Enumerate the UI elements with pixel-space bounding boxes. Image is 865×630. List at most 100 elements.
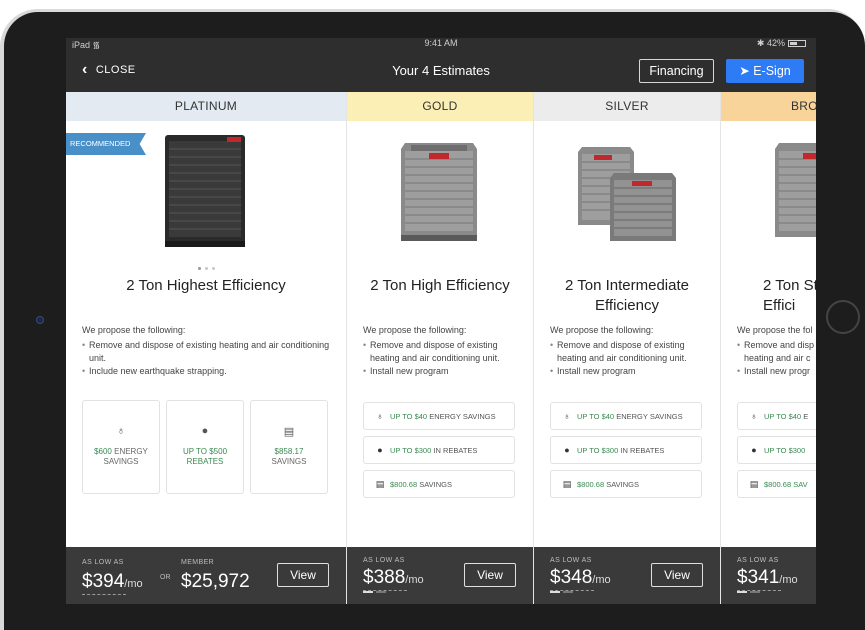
tier-header: BRO (721, 92, 816, 121)
card-body: 2 Ton St Effici We propose the fol Remov… (721, 121, 816, 547)
savings-pill: ▤ $800.68 SAVINGS (550, 470, 702, 498)
rebates-box: ● UP TO $500 REBATES (166, 400, 244, 494)
card-footer: AS LOW AS $341/mo (721, 547, 816, 604)
send-arrow-icon: ➤ (739, 64, 750, 78)
bluetooth-icon: ✱ (756, 38, 765, 48)
card-footer: AS LOW AS $348/mo View (534, 547, 720, 604)
lightbulb-icon: ♁ (376, 411, 384, 421)
view-button[interactable]: View (464, 563, 516, 587)
pager-indicator[interactable] (363, 580, 389, 598)
battery-icon (788, 40, 806, 48)
tier-header: PLATINUM (66, 92, 346, 121)
proposal-bullet: Remove and dispose of existing heating a… (363, 339, 521, 365)
savings-box: ▤ $858.17 SAVINGS (250, 400, 328, 494)
savings-label: SAVINGS (271, 457, 307, 466)
product-name: 2 Ton Highest Efficiency (126, 277, 286, 294)
home-button[interactable] (826, 300, 860, 334)
view-button[interactable]: View (651, 563, 703, 587)
dollar-coin-icon: ● (751, 445, 757, 455)
card-footer: AS LOW AS $394/mo OR MEMBER $25,972 View (66, 547, 346, 604)
savings-value: $858.17 (274, 447, 304, 456)
proposal-lead: We propose the following: (363, 325, 467, 335)
rebates-pill: ● UP TO $300 IN REBATES (363, 436, 515, 464)
proposal-bullet: Install new progr (737, 365, 816, 378)
as-low-as-label: AS LOW AS (550, 557, 592, 564)
rebates-label: REBATES (186, 457, 224, 466)
product-name: 2 Ton Intermediate Efficiency (565, 277, 689, 314)
lightbulb-icon: ♁ (750, 411, 758, 421)
energy-savings-pill: ♁ UP TO $40 E (737, 402, 816, 430)
financing-button[interactable]: Financing (639, 59, 714, 83)
ac-unit-image[interactable] (399, 139, 479, 243)
card-footer: AS LOW AS $388/mo View (347, 547, 533, 604)
tier-header: SILVER (534, 92, 720, 121)
as-low-as-label: AS LOW AS (82, 559, 124, 566)
or-label: OR (160, 574, 171, 581)
card-body: 2 Ton Intermediate Efficiency We propose… (534, 121, 720, 547)
tier-header: GOLD (347, 92, 533, 121)
dollar-coin-icon: ● (564, 445, 570, 455)
energy-savings-pill: ♁ UP TO $40 ENERGY SAVINGS (363, 402, 515, 430)
dollar-coin-icon: ● (377, 445, 383, 455)
rebates-pill: ● UP TO $300 IN REBATES (550, 436, 702, 464)
lightbulb-icon: ♁ (116, 425, 126, 437)
proposal-bullet: Include new earthquake strapping. (82, 365, 334, 378)
esign-button[interactable]: ➤ E-Sign (726, 59, 804, 83)
proposal-bullet: Remove and dispose of existing heating a… (550, 339, 708, 365)
price-underline (82, 594, 126, 595)
receipt-icon: ▤ (283, 426, 295, 438)
member-label: MEMBER (181, 559, 215, 566)
receipt-icon: ▤ (562, 479, 572, 489)
carousel-dots[interactable] (66, 257, 346, 275)
dollar-coin-icon: ● (201, 425, 209, 437)
receipt-icon: ▤ (749, 479, 759, 489)
proposal-bullet: Remove and dispose of existing heating a… (82, 339, 334, 365)
proposal-text: We propose the following: Remove and dis… (363, 324, 521, 378)
product-name: 2 Ton St Effici (763, 277, 816, 314)
proposal-bullet: Install new program (363, 365, 521, 378)
view-button[interactable]: View (277, 563, 329, 587)
as-low-as-label: AS LOW AS (737, 557, 779, 564)
proposal-text: We propose the following: Remove and dis… (550, 324, 708, 378)
as-low-as-label: AS LOW AS (363, 557, 405, 564)
savings-pill: ▤ $800.68 SAVINGS (363, 470, 515, 498)
energy-savings-suffix: ENERGY (114, 447, 148, 456)
monthly-price: $394/mo (82, 571, 143, 592)
proposal-lead: We propose the fol (737, 325, 813, 335)
estimate-card-silver: SILVER 2 Ton Intermediate Efficiency We … (534, 92, 721, 604)
ac-unit-image[interactable] (163, 131, 247, 249)
receipt-icon: ▤ (375, 479, 385, 489)
rebates-pill: ● UP TO $300 (737, 436, 816, 464)
card-body: RECOMMENDED 2 Ton Highest Efficiency We … (66, 121, 346, 547)
camera-lens (36, 316, 44, 324)
energy-savings-box: ♁ $600 ENERGY SAVINGS (82, 400, 160, 494)
proposal-lead: We propose the following: (82, 325, 186, 335)
estimate-card-gold: GOLD 2 Ton High Efficiency We propose th… (347, 92, 534, 604)
battery-indicator: ✱ 42% (757, 38, 806, 49)
proposal-text: We propose the following: Remove and dis… (82, 324, 334, 378)
estimate-card-bronze: BRO 2 Ton St Effici We propose the fol R… (721, 92, 816, 604)
ac-unit-image[interactable] (773, 139, 816, 243)
energy-savings-pill: ♁ UP TO $40 ENERGY SAVINGS (550, 402, 702, 430)
card-body: 2 Ton High Efficiency We propose the fol… (347, 121, 533, 547)
ac-unit-image[interactable] (578, 143, 678, 243)
savings-pill: ▤ $800.68 SAV (737, 470, 816, 498)
recommended-ribbon: RECOMMENDED (66, 133, 146, 155)
energy-savings-value: $600 (94, 447, 112, 456)
energy-savings-label: SAVINGS (103, 457, 139, 466)
screen: iPad ᯾ 9:41 AM ✱ 42% ‹ CLOSE Your 4 Esti… (66, 38, 816, 604)
product-name: 2 Ton High Efficiency (370, 277, 510, 294)
member-price: $25,972 (181, 571, 250, 592)
lightbulb-icon: ♁ (563, 411, 571, 421)
proposal-bullet: Remove and disp heating and air c (737, 339, 816, 365)
rebates-value: UP TO $500 (182, 447, 228, 456)
esign-label: E-Sign (753, 64, 791, 78)
estimate-card-platinum: PLATINUM RECOMMENDED 2 Ton Highest Effic… (66, 92, 347, 604)
proposal-bullet: Install new program (550, 365, 708, 378)
proposal-text: We propose the fol Remove and disp heati… (737, 324, 816, 378)
pager-indicator[interactable] (737, 580, 763, 598)
pager-indicator[interactable] (550, 580, 576, 598)
status-time: 9:41 AM (424, 38, 458, 48)
status-bar: iPad ᯾ 9:41 AM ✱ 42% (66, 38, 816, 50)
top-nav: ‹ CLOSE Your 4 Estimates Financing ➤ E-S… (66, 50, 816, 92)
